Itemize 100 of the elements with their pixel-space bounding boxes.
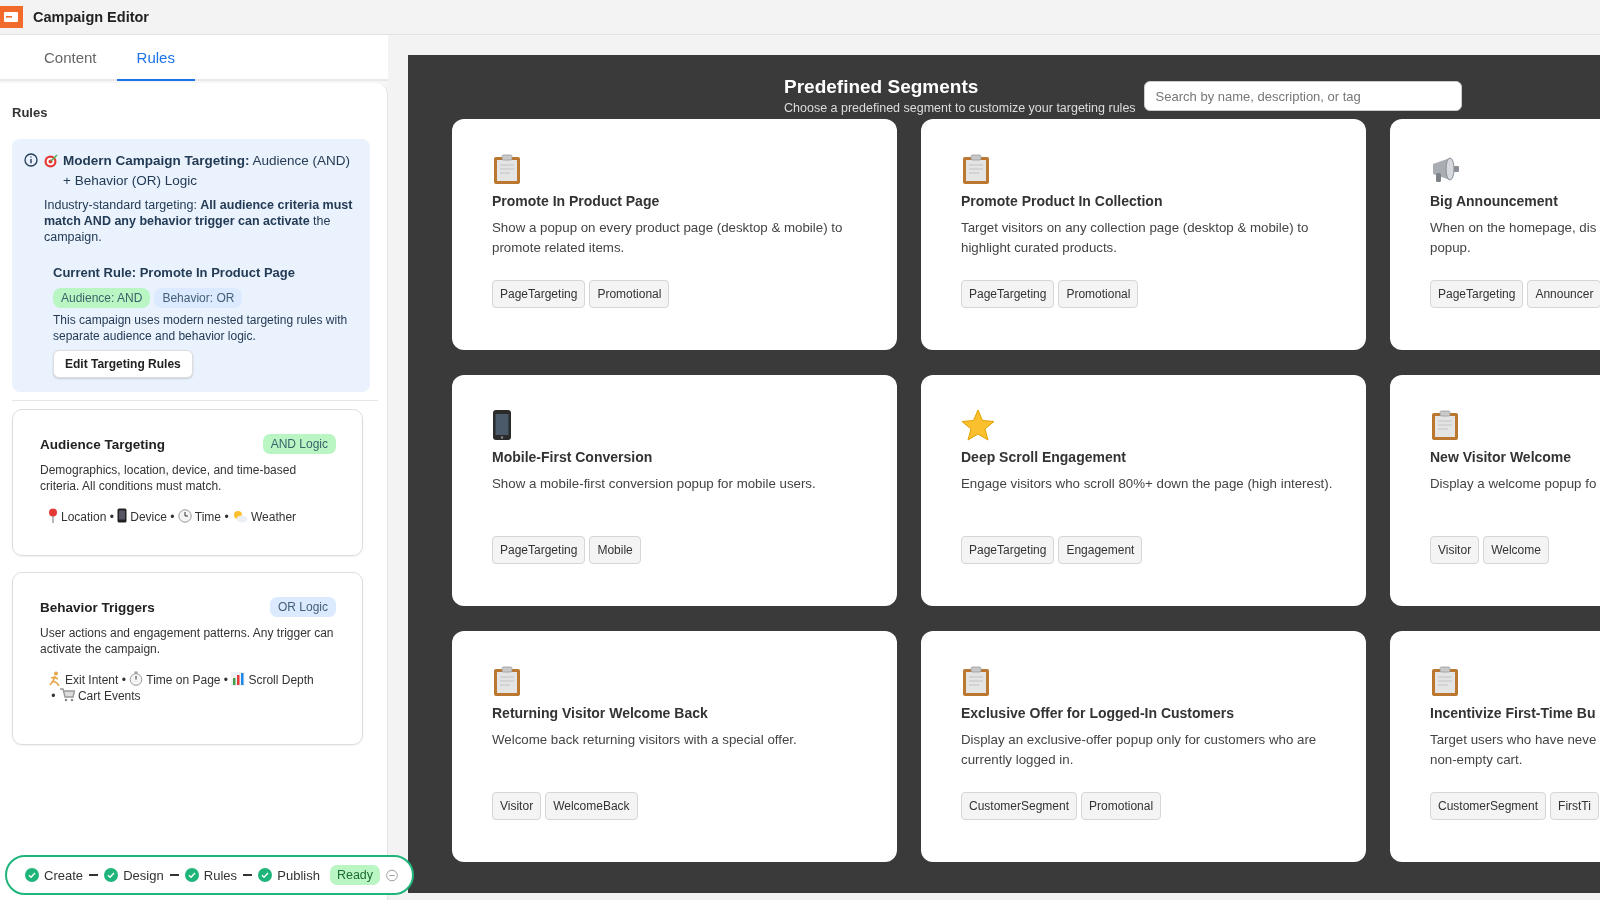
tag: PageTargeting: [492, 536, 586, 564]
status-badge: Ready: [329, 865, 381, 885]
segment-card[interactable]: Mobile-First Conversion Show a mobile-first conversion popup for mobile users. PageTargeting Mobile: [452, 375, 897, 606]
info-text: Industry-standard targeting: All audience criteria must match AND any behavior trigger can activate the campaign.: [44, 197, 354, 245]
tag: CustomerSegment: [961, 792, 1078, 820]
tag: Announcer: [1527, 280, 1600, 308]
logic-badge: OR Logic: [269, 597, 336, 617]
segment-card[interactable]: New Visitor Welcome Display a welcome popup fo Visitor Welcome: [1390, 375, 1600, 606]
criteria-label: Location: [61, 510, 107, 524]
window-title: Campaign Editor: [33, 9, 149, 25]
info-icon: [24, 153, 38, 167]
clipboard-icon: [1430, 409, 1460, 441]
clipboard-icon: [492, 153, 522, 185]
phone-icon: [117, 508, 128, 523]
cart-icon: [58, 688, 75, 702]
pin-icon: [48, 508, 58, 523]
tag: Visitor: [492, 792, 542, 820]
segment-description: Show a popup on every product page (desktop & mobile) to promote related items.: [492, 219, 844, 257]
tag: Mobile: [589, 536, 641, 564]
segment-title: Big Announcement: [1430, 193, 1559, 209]
segment-card[interactable]: Exclusive Offer for Logged-In Customers Display an exclusive-offer popup only for customers who are currently logged in. CustomerSegment Promotional: [921, 631, 1366, 862]
card-title: Audience Targeting: [40, 436, 165, 452]
criteria-label: Scroll Depth: [248, 673, 314, 687]
criteria-label: Weather: [250, 510, 297, 524]
tag: PageTargeting: [961, 536, 1055, 564]
step-label: Publish: [277, 867, 320, 883]
bar-chart-icon: [231, 672, 246, 686]
target-icon: [44, 154, 59, 168]
tag: Promotional: [589, 280, 670, 308]
info-title: Modern Campaign Targeting: Audience (AND) + Behavior (OR) Logic: [63, 152, 352, 190]
segment-card[interactable]: Promote In Product Page Show a popup on every product page (desktop & mobile) to promote related items. PageTargeting Promotional: [452, 119, 897, 350]
logic-pill: Audience: AND: [53, 288, 151, 308]
stopwatch-icon: [129, 671, 144, 686]
segment-description: Target users who have neve non-empty cart.: [1430, 731, 1598, 769]
tab[interactable]: Rules: [116, 35, 195, 81]
collapse-icon[interactable]: [386, 868, 398, 882]
criteria-label: Exit Intent: [65, 673, 119, 687]
step-connector: [169, 874, 179, 876]
step-connector: [243, 874, 253, 876]
segment-title: Returning Visitor Welcome Back: [492, 705, 709, 721]
segment-title: Incentivize First-Time Bu: [1430, 705, 1597, 721]
sun-cloud-icon: [231, 509, 248, 523]
segment-description: Engage visitors who scroll 80%+ down the page (high interest).: [961, 475, 1334, 493]
clock-icon: [177, 509, 192, 523]
criteria-label: Time on Page: [146, 673, 221, 687]
clipboard-icon: [1430, 665, 1460, 697]
segment-description: Target visitors on any collection page (desktop & mobile) to highlight curated products.: [961, 219, 1310, 257]
segment-card[interactable]: Deep Scroll Engagement Engage visitors who scroll 80%+ down the page (high interest). PageTargeting Engagement: [921, 375, 1366, 606]
edit-rules-button[interactable]: Edit Targeting Rules: [53, 350, 193, 378]
segment-title: Exclusive Offer for Logged-In Customers: [961, 705, 1236, 721]
segment-description: Display a welcome popup fo: [1430, 475, 1598, 493]
tag: CustomerSegment: [1430, 792, 1547, 820]
segment-card[interactable]: Incentivize First-Time Bu Target users who have neve non-empty cart. CustomerSegment FirstTi: [1390, 631, 1600, 862]
tag: PageTargeting: [961, 280, 1055, 308]
logic-badge: AND Logic: [262, 434, 336, 454]
tag: Engagement: [1058, 536, 1143, 564]
card-description: User actions and engagement patterns. Any trigger can activate the campaign.: [40, 625, 335, 657]
separator-dot: •: [108, 510, 115, 524]
phone-icon: [492, 409, 512, 441]
rule-note: This campaign uses modern nested targeting rules with separate audience and behavior logic.: [53, 312, 349, 344]
separator-dot: •: [50, 689, 57, 703]
tag: FirstTi: [1550, 792, 1599, 820]
criteria-label: Time: [194, 510, 222, 524]
segment-title: Promote In Product Page: [492, 193, 661, 209]
search-field[interactable]: Search by name, description, or tag: [1143, 81, 1462, 111]
segment-card[interactable]: Returning Visitor Welcome Back Welcome back returning visitors with a special offer. Visitor WelcomeBack: [452, 631, 897, 862]
step-label: Rules: [203, 867, 238, 883]
clipboard-icon: [961, 665, 991, 697]
star-icon: [961, 409, 995, 441]
current-rule-title: Current Rule: Promote In Product Page: [53, 265, 296, 280]
step-label: Design: [123, 867, 164, 883]
tag: Welcome: [1483, 536, 1549, 564]
separator-dot: •: [223, 510, 230, 524]
tab[interactable]: Content: [24, 35, 117, 81]
criteria-label: Device: [130, 510, 167, 524]
section-title: Predefined Segments: [784, 75, 980, 99]
separator-dot: •: [222, 673, 230, 687]
segment-card[interactable]: Big Announcement When on the homepage, dis popup. PageTargeting Announcer: [1390, 119, 1600, 350]
segment-description: Show a mobile-first conversion popup for mobile users.: [492, 475, 817, 493]
criteria-label: Cart Events: [77, 689, 141, 703]
segment-title: Mobile-First Conversion: [492, 449, 654, 465]
segment-title: Deep Scroll Engagement: [961, 449, 1127, 465]
panel-heading: Rules: [12, 105, 49, 120]
separator-dot: •: [169, 510, 176, 524]
step-label: Create: [44, 867, 84, 883]
tag: WelcomeBack: [545, 792, 638, 820]
megaphone-icon: [1430, 155, 1462, 185]
logic-pill: Behavior: OR: [154, 288, 243, 308]
section-subtitle: Choose a predefined segment to customize your targeting rules: [784, 101, 1136, 115]
tag: Promotional: [1081, 792, 1162, 820]
segment-description: Welcome back returning visitors with a special offer.: [492, 731, 798, 749]
card-title: Behavior Triggers: [40, 599, 155, 615]
running-figure-icon: [48, 671, 62, 686]
tag: Visitor: [1430, 536, 1480, 564]
segment-card[interactable]: Promote Product In Collection Target visitors on any collection page (desktop & mobile) to highlight curated products. PageTargeting Promotional: [921, 119, 1366, 350]
step-connector: [89, 874, 99, 876]
segment-description: When on the homepage, dis popup.: [1430, 219, 1598, 257]
clipboard-icon: [492, 665, 522, 697]
card-description: Demographics, location, device, and time-based criteria. All conditions must match.: [40, 462, 298, 494]
tag: PageTargeting: [1430, 280, 1524, 308]
